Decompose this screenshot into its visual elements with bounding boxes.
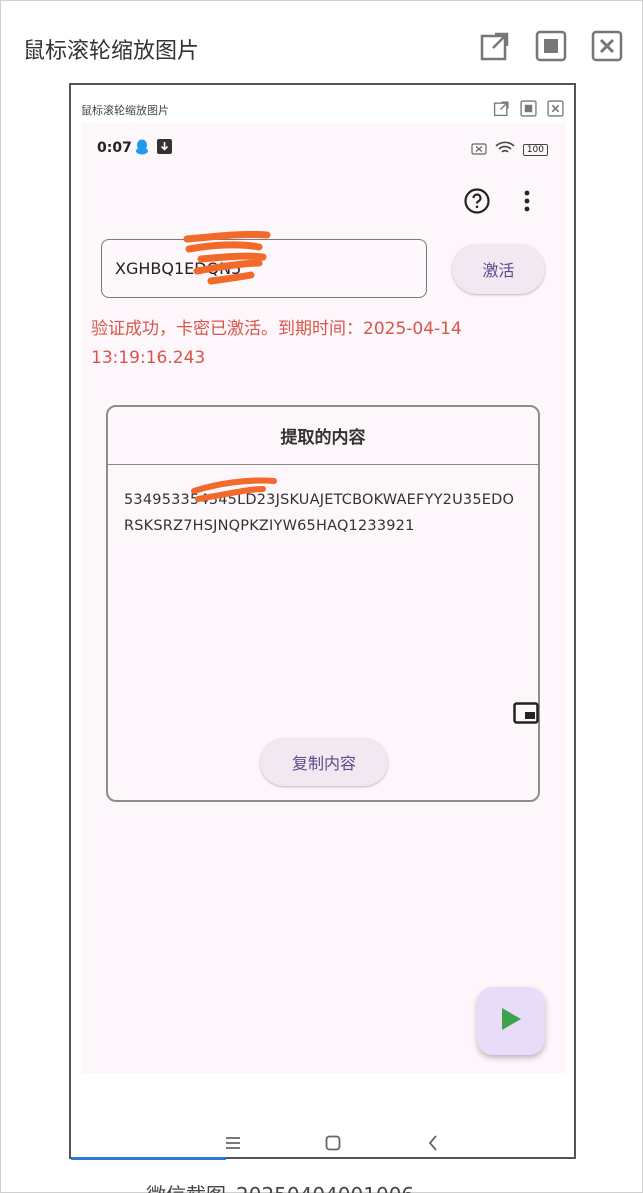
image-filename-caption: 微信截图_20250404001006 bbox=[146, 1179, 414, 1193]
download-icon bbox=[157, 139, 172, 159]
copy-content-button[interactable]: 复制内容 bbox=[260, 738, 388, 786]
viewer-window-controls bbox=[478, 29, 624, 63]
picture-in-picture-icon[interactable] bbox=[513, 702, 539, 724]
fit-screen-icon[interactable] bbox=[519, 99, 537, 117]
fit-screen-icon[interactable] bbox=[534, 29, 568, 63]
card-key-input[interactable]: XGHBQ1EDQN5 bbox=[101, 239, 427, 298]
inner-viewer-title: 鼠标滚轮缩放图片 bbox=[81, 104, 169, 117]
menu-icon[interactable] bbox=[222, 1132, 244, 1154]
inner-window-controls bbox=[492, 99, 564, 117]
more-options-icon[interactable] bbox=[521, 187, 533, 215]
wifi-icon bbox=[495, 140, 515, 159]
extracted-content-text: 534953354545LD23JSKUAJETCBOKWAEFYY2U35ED… bbox=[124, 492, 515, 534]
card-key-value: XGHBQ1EDQN5 bbox=[115, 259, 242, 278]
loading-progress-line bbox=[71, 1157, 226, 1160]
help-icon[interactable] bbox=[463, 187, 491, 215]
sim-off-icon bbox=[471, 140, 487, 159]
qq-penguin-icon bbox=[135, 139, 149, 159]
status-notification-icons bbox=[135, 139, 172, 159]
external-link-icon[interactable] bbox=[478, 29, 512, 63]
extracted-content-card: 提取的内容 534953354545LD23JSKUAJETCBOKWAEFYY… bbox=[106, 405, 540, 802]
play-icon bbox=[499, 1006, 523, 1036]
external-link-icon[interactable] bbox=[492, 99, 510, 117]
activate-button[interactable]: 激活 bbox=[452, 244, 545, 294]
activation-status-message: 验证成功，卡密已激活。到期时间：2025-04-14 13:19:16.243 bbox=[91, 319, 462, 368]
close-icon[interactable] bbox=[590, 29, 624, 63]
run-fab-button[interactable] bbox=[477, 987, 545, 1055]
battery-indicator: 100 bbox=[522, 143, 548, 156]
inner-viewer-window: 鼠标滚轮缩放图片 0:07 100 XGHBQ1EDQN5 激活 验证成功，卡密… bbox=[69, 83, 576, 1160]
viewer-title: 鼠标滚轮缩放图片 bbox=[23, 39, 200, 64]
close-icon[interactable] bbox=[546, 99, 564, 117]
image-viewer-window: 鼠标滚轮缩放图片 鼠标滚轮缩放图片 0:07 100 XGHBQ1EDQN5 激… bbox=[0, 0, 643, 1193]
back-icon[interactable] bbox=[422, 1132, 444, 1154]
home-icon[interactable] bbox=[322, 1132, 344, 1154]
phone-screen: 0:07 100 XGHBQ1EDQN5 激活 验证成功，卡密已激活。到期时间：… bbox=[81, 123, 566, 1151]
status-system-icons: 100 bbox=[471, 140, 548, 159]
extracted-content-title: 提取的内容 bbox=[108, 407, 538, 465]
status-time: 0:07 bbox=[97, 140, 132, 156]
